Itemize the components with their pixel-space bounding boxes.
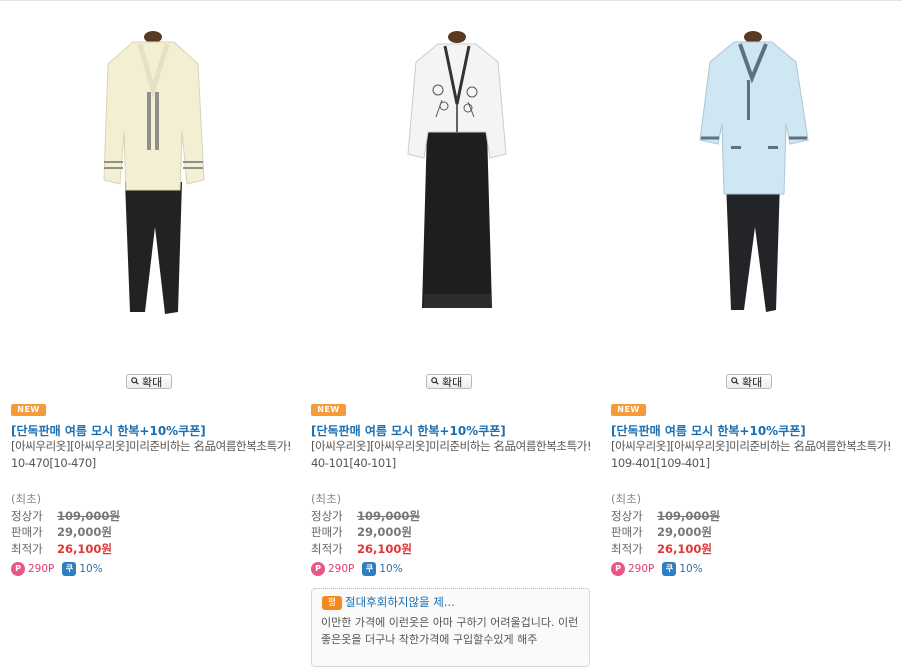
review-title[interactable]: 절대후회하지않을 제... [345, 594, 455, 610]
review-box[interactable]: 평 절대후회하지않을 제... 이만한 가격에 이런옷은 아마 구하기 어려울겁… [311, 588, 590, 667]
point-icon: P [611, 562, 625, 576]
new-badge: NEW [311, 404, 346, 416]
sale-price: 29,000원 [657, 525, 712, 539]
best-price-label: 최적가 [311, 541, 343, 556]
hanbok-skyblue-image [699, 31, 809, 312]
coupon-icon: 쿠 [62, 562, 77, 576]
benefit-row: P 290P 쿠 10% [11, 562, 103, 578]
magnifier-icon [731, 377, 739, 385]
lowest-note: (최초) [611, 492, 642, 506]
product-image[interactable] [300, 12, 590, 332]
hanbok-white-black-image [407, 31, 507, 308]
best-price: 26,100원 [357, 541, 412, 556]
sale-price-label: 판매가 [11, 525, 43, 539]
sale-price-label: 판매가 [311, 525, 343, 539]
price-block: (최초) 정상가 109,000원 판매가 29,000원 최적가 26,100원 [311, 491, 420, 557]
price-block: (최초) 정상가 109,000원 판매가 29,000원 최적가 26,100원 [11, 491, 120, 557]
best-price-label: 최적가 [611, 541, 643, 556]
benefit-row: P 290P 쿠 10% [311, 562, 403, 578]
hanbok-ivory-image [103, 31, 205, 314]
zoom-button[interactable]: 확대 [726, 374, 772, 389]
point-icon: P [311, 562, 325, 576]
coupon-value: 10% [79, 563, 103, 575]
product-title[interactable]: [단독판매 여름 모시 한복+10%쿠폰] [11, 422, 296, 439]
coupon-value: 10% [379, 563, 403, 575]
product-card: 확대 NEW [단독판매 여름 모시 한복+10%쿠폰] [아씨우리옷][아씨우… [0, 0, 292, 668]
zoom-button[interactable]: 확대 [126, 374, 172, 389]
review-icon: 평 [322, 596, 342, 610]
benefit-row: P 290P 쿠 10% [611, 562, 703, 578]
coupon-icon: 쿠 [362, 562, 377, 576]
lowest-note: (최초) [311, 492, 342, 506]
magnifier-icon [131, 377, 139, 385]
magnifier-icon [431, 377, 439, 385]
product-title[interactable]: [단독판매 여름 모시 한복+10%쿠폰] [611, 422, 896, 439]
regular-price-label: 정상가 [611, 508, 643, 523]
regular-price: 109,000원 [657, 508, 720, 523]
zoom-label: 확대 [442, 376, 463, 389]
regular-price: 109,000원 [357, 508, 420, 523]
best-price: 26,100원 [657, 541, 712, 556]
sale-price-label: 판매가 [611, 525, 643, 539]
best-price-label: 최적가 [11, 541, 43, 556]
sale-price: 29,000원 [357, 525, 412, 539]
regular-price-label: 정상가 [11, 508, 43, 523]
zoom-label: 확대 [142, 376, 163, 389]
zoom-button[interactable]: 확대 [426, 374, 472, 389]
point-icon: P [11, 562, 25, 576]
point-value: 290P [328, 563, 355, 575]
product-card: 확대 NEW [단독판매 여름 모시 한복+10%쿠폰] [아씨우리옷][아씨우… [600, 0, 892, 668]
coupon-value: 10% [679, 563, 703, 575]
price-block: (최초) 정상가 109,000원 판매가 29,000원 최적가 26,100원 [611, 491, 720, 557]
regular-price-label: 정상가 [311, 508, 343, 523]
review-body: 이만한 가격에 이런옷은 아마 구하기 어려울겁니다. 이런 좋은옷을 더구나 … [321, 616, 579, 646]
zoom-label: 확대 [742, 376, 763, 389]
new-badge: NEW [11, 404, 46, 416]
product-card: 확대 NEW [단독판매 여름 모시 한복+10%쿠폰] [아씨우리옷][아씨우… [300, 0, 592, 668]
lowest-note: (최초) [11, 492, 42, 506]
point-value: 290P [28, 563, 55, 575]
product-description[interactable]: [아씨우리옷][아씨우리옷]미리준비하는 名品여름한복초특가! 10-470[1… [11, 438, 296, 472]
point-value: 290P [628, 563, 655, 575]
product-description[interactable]: [아씨우리옷][아씨우리옷]미리준비하는 名品여름한복초특가! 109-401[… [611, 438, 896, 472]
product-image[interactable] [0, 12, 290, 332]
best-price: 26,100원 [57, 541, 112, 556]
product-description[interactable]: [아씨우리옷][아씨우리옷]미리준비하는 名品여름한복초특가! 40-101[4… [311, 438, 596, 472]
product-image[interactable] [600, 12, 890, 332]
product-title[interactable]: [단독판매 여름 모시 한복+10%쿠폰] [311, 422, 596, 439]
coupon-icon: 쿠 [662, 562, 677, 576]
new-badge: NEW [611, 404, 646, 416]
regular-price: 109,000원 [57, 508, 120, 523]
sale-price: 29,000원 [57, 525, 112, 539]
